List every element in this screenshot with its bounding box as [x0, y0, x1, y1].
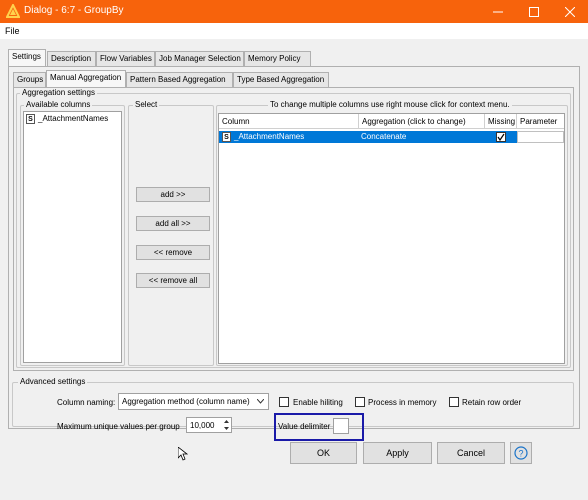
select-legend: Select [133, 100, 160, 109]
spinner-arrows-icon[interactable] [223, 419, 230, 431]
outer-tab-strip: Settings Description Flow Variables Job … [8, 49, 588, 66]
table-hint-legend: To change multiple columns use right mou… [268, 100, 512, 109]
tab-memory-policy[interactable]: Memory Policy [244, 51, 311, 66]
aggregation-table[interactable]: Column Aggregation (click to change) Mis… [218, 113, 565, 364]
minimize-icon[interactable] [480, 0, 516, 23]
column-naming-value: Aggregation method (column name) [122, 397, 250, 406]
available-columns-list[interactable]: S _AttachmentNames [23, 111, 122, 363]
knime-triangle-icon [6, 4, 20, 18]
column-naming-select[interactable]: Aggregation method (column name) [118, 393, 269, 410]
process-in-memory-checkbox[interactable] [355, 397, 365, 407]
title-bar: Dialog - 6:7 - GroupBy [0, 0, 588, 23]
column-naming-label: Column naming: [57, 398, 116, 407]
svg-text:?: ? [518, 449, 523, 459]
apply-button[interactable]: Apply [363, 442, 432, 464]
mouse-cursor-icon [178, 447, 188, 461]
tab-groups[interactable]: Groups [13, 72, 46, 87]
retain-row-order-label: Retain row order [462, 398, 522, 407]
enable-hiliting-label: Enable hiliting [293, 398, 343, 407]
available-columns-legend: Available columns [24, 100, 93, 109]
process-in-memory-label: Process in memory [368, 398, 437, 407]
remove-button[interactable]: << remove [136, 245, 210, 260]
row-aggregation-cell[interactable]: Concatenate [361, 132, 406, 141]
row-parameter-cell[interactable] [517, 131, 564, 143]
maximize-icon[interactable] [516, 0, 552, 23]
help-button[interactable]: ? [510, 442, 532, 464]
remove-all-button[interactable]: << remove all [136, 273, 210, 288]
close-icon[interactable] [552, 0, 588, 23]
string-type-icon: S [222, 132, 231, 142]
tab-manual-aggregation[interactable]: Manual Aggregation [46, 70, 126, 87]
advanced-settings-legend: Advanced settings [18, 377, 88, 386]
missing-checkbox[interactable] [496, 132, 506, 142]
tab-settings[interactable]: Settings [8, 49, 46, 66]
cancel-button[interactable]: Cancel [437, 442, 505, 464]
inner-tab-strip: Groups Manual Aggregation Pattern Based … [13, 70, 573, 87]
column-header-missing[interactable]: Missing [485, 114, 517, 128]
enable-hiliting-checkbox[interactable] [279, 397, 289, 407]
list-item-label: _AttachmentNames [38, 114, 109, 123]
tab-description[interactable]: Description [47, 51, 96, 66]
add-button[interactable]: add >> [136, 187, 210, 202]
value-delimiter-input[interactable] [333, 418, 349, 434]
tab-flow-variables[interactable]: Flow Variables [96, 51, 155, 66]
string-type-icon: S [26, 114, 35, 124]
max-unique-values-input[interactable]: 10,000 [190, 421, 214, 430]
add-all-button[interactable]: add all >> [136, 216, 210, 231]
column-header-column[interactable]: Column [219, 114, 359, 128]
row-column-name: _AttachmentNames [234, 132, 305, 141]
menu-file[interactable]: File [5, 26, 20, 36]
aggregation-settings-legend: Aggregation settings [20, 88, 97, 97]
checkmark-icon [497, 133, 505, 141]
row-column-cell[interactable]: S _AttachmentNames [222, 132, 304, 142]
help-icon: ? [514, 446, 528, 460]
value-delimiter-label: Value delimiter [278, 422, 331, 431]
tab-type-based-aggregation[interactable]: Type Based Aggregation [233, 72, 329, 87]
ok-button[interactable]: OK [290, 442, 357, 464]
max-unique-values-label: Maximum unique values per group [57, 422, 180, 431]
select-group [128, 105, 214, 366]
chevron-down-icon [257, 399, 264, 404]
table-row[interactable]: S _AttachmentNames Concatenate [219, 131, 564, 143]
window-title: Dialog - 6:7 - GroupBy [24, 5, 124, 16]
max-unique-values-spinner[interactable]: 10,000 [186, 417, 232, 433]
table-header: Column Aggregation (click to change) Mis… [219, 114, 564, 129]
tab-job-manager-selection[interactable]: Job Manager Selection [155, 51, 244, 66]
column-header-parameter[interactable]: Parameter [517, 114, 564, 128]
list-item[interactable]: S _AttachmentNames [26, 114, 108, 124]
tab-pattern-based-aggregation[interactable]: Pattern Based Aggregation [126, 72, 233, 87]
retain-row-order-checkbox[interactable] [449, 397, 459, 407]
column-header-aggregation[interactable]: Aggregation (click to change) [359, 114, 485, 128]
menu-bar: File [0, 23, 588, 39]
